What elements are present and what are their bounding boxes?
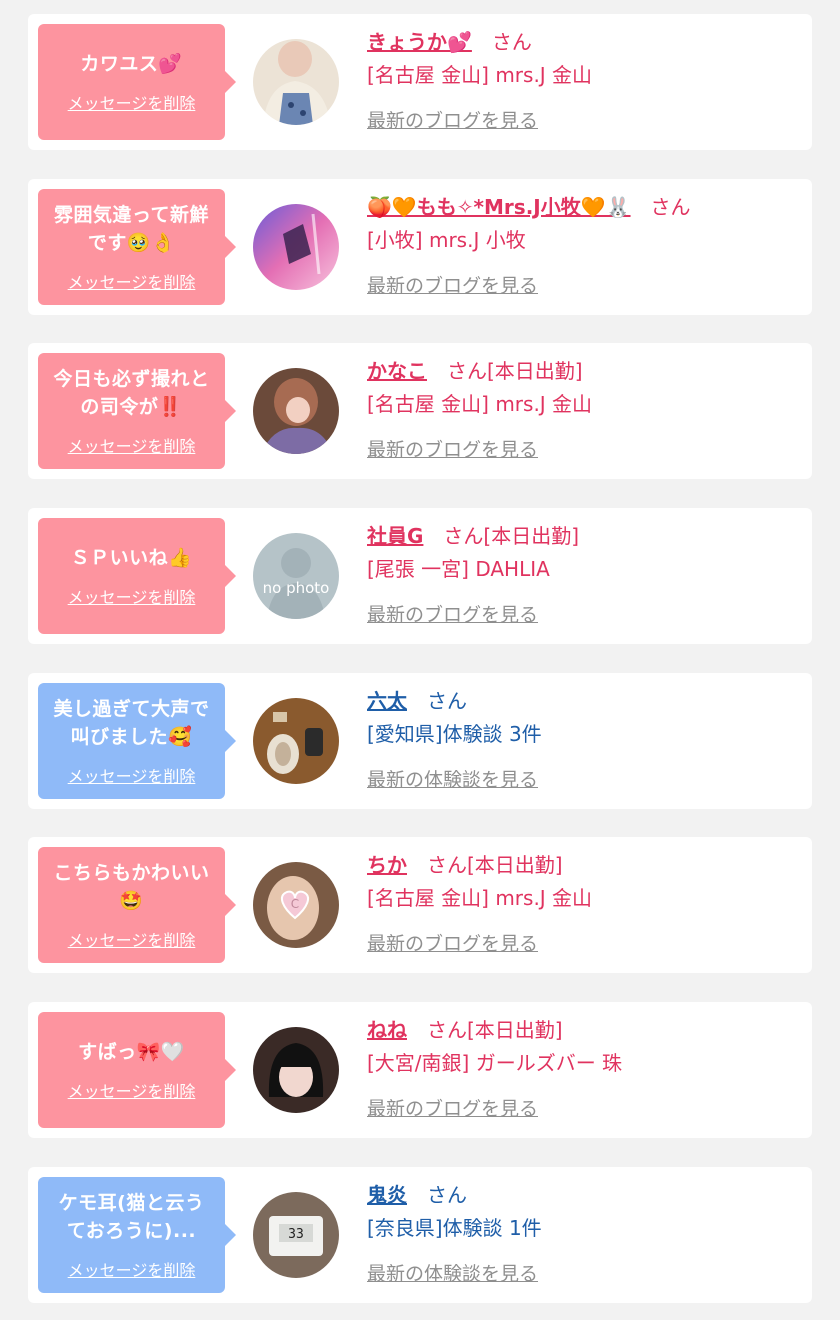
- entry-info: ねね さん [本日出勤] [大宮/南銀] ガールズバー 珠 最新のブログを見る: [367, 1012, 807, 1121]
- latest-link[interactable]: 最新の体験談を見る: [367, 765, 807, 792]
- sender-name-link[interactable]: きょうか💕: [367, 26, 472, 55]
- message-text: こちらもかわいい 🤩: [53, 862, 210, 912]
- svg-text:33: 33: [288, 1227, 304, 1242]
- delete-message-link[interactable]: メッセージを削除: [68, 90, 196, 114]
- message-text: ＳＰいいね👍: [70, 547, 193, 569]
- latest-link[interactable]: 最新の体験談を見る: [367, 1259, 807, 1286]
- shop-label: [愛知県]体験談 3件: [367, 722, 542, 746]
- avatar-photo[interactable]: [253, 204, 339, 290]
- sender-name-link[interactable]: かなこ: [367, 355, 427, 384]
- entry-info: ちか さん [本日出勤] [名古屋 金山] mrs.J 金山 最新のブログを見る: [367, 847, 807, 956]
- latest-link[interactable]: 最新のブログを見る: [367, 600, 807, 627]
- shop-label: [名古屋 金山] mrs.J 金山: [367, 392, 593, 416]
- message-card: こちらもかわいい 🤩 メッセージを削除 C ちか さん [本日出勤] [名古屋 …: [28, 837, 812, 973]
- message-bubble: 美し過ぎて大声で 叫びました🥰 メッセージを削除: [38, 683, 236, 799]
- entry-info: かなこ さん [本日出勤] [名古屋 金山] mrs.J 金山 最新のブログを見…: [367, 353, 807, 462]
- latest-link[interactable]: 最新のブログを見る: [367, 271, 807, 298]
- san-label: さん: [427, 688, 467, 713]
- shop-label: [奈良県]体験談 1件: [367, 1216, 542, 1240]
- sender-name-link[interactable]: 🍑🧡もも✧*Mrs.J小牧🧡🐰: [367, 191, 631, 220]
- sender-name-link[interactable]: 六太: [367, 685, 407, 714]
- delete-message-link[interactable]: メッセージを削除: [68, 1257, 196, 1281]
- latest-link[interactable]: 最新のブログを見る: [367, 1094, 807, 1121]
- message-bubble: ＳＰいいね👍 メッセージを削除: [38, 518, 236, 634]
- sender-name-link[interactable]: ねね: [367, 1014, 407, 1043]
- message-bubble: カワユス💕 メッセージを削除: [38, 24, 236, 140]
- san-label: さん: [650, 194, 691, 219]
- message-card: 雰囲気違って新鮮 です🥹👌 メッセージを削除 🍑🧡もも✧*Mrs.J小牧🧡🐰 さ…: [28, 179, 812, 315]
- message-text: すばっ🎀🤍: [78, 1041, 185, 1063]
- latest-link[interactable]: 最新のブログを見る: [367, 435, 807, 462]
- sender-name-link[interactable]: 鬼炎: [367, 1179, 407, 1208]
- shop-label: [名古屋 金山] mrs.J 金山: [367, 63, 593, 87]
- delete-message-link[interactable]: メッセージを削除: [68, 433, 196, 457]
- avatar-photo[interactable]: [253, 698, 339, 784]
- message-bubble: 雰囲気違って新鮮 です🥹👌 メッセージを削除: [38, 189, 236, 305]
- message-card: すばっ🎀🤍 メッセージを削除 ねね さん [本日出勤] [大宮/南銀] ガールズ…: [28, 1002, 812, 1138]
- entry-info: 六太 さん [愛知県]体験談 3件 最新の体験談を見る: [367, 683, 807, 792]
- message-bubble: すばっ🎀🤍 メッセージを削除: [38, 1012, 236, 1128]
- message-card: ケモ耳(猫と云う ておろうに)... メッセージを削除 33 鬼炎 さん [奈良…: [28, 1167, 812, 1303]
- san-label: さん: [427, 1182, 467, 1207]
- message-card: 美し過ぎて大声で 叫びました🥰 メッセージを削除 六太 さん [愛知県]体験談 …: [28, 673, 812, 809]
- message-bubble: 今日も必ず撮れと の司令が‼️ メッセージを削除: [38, 353, 236, 469]
- no-photo-label: no photo: [263, 579, 330, 597]
- latest-link[interactable]: 最新のブログを見る: [367, 106, 807, 133]
- no-photo-avatar[interactable]: no photo: [253, 533, 339, 619]
- delete-message-link[interactable]: メッセージを削除: [68, 269, 196, 293]
- message-text: 雰囲気違って新鮮 です🥹👌: [53, 204, 210, 254]
- san-label: さん: [491, 29, 532, 54]
- status-label: [本日出勤]: [483, 523, 580, 548]
- shop-label: [尾張 一宮] DAHLIA: [367, 557, 550, 581]
- sender-name-link[interactable]: 社員G: [367, 520, 423, 549]
- message-bubble: こちらもかわいい 🤩 メッセージを削除: [38, 847, 236, 963]
- entry-info: 鬼炎 さん [奈良県]体験談 1件 最新の体験談を見る: [367, 1177, 807, 1286]
- san-label: さん: [427, 852, 467, 877]
- message-card: カワユス💕 メッセージを削除 きょうか💕 さん [名古屋 金山] mrs.J 金…: [28, 14, 812, 150]
- message-card: 今日も必ず撮れと の司令が‼️ メッセージを削除 かなこ さん [本日出勤] […: [28, 343, 812, 479]
- delete-message-link[interactable]: メッセージを削除: [68, 763, 196, 787]
- message-bubble: ケモ耳(猫と云う ておろうに)... メッセージを削除: [38, 1177, 236, 1293]
- message-text: ケモ耳(猫と云う ておろうに)...: [58, 1192, 205, 1242]
- shop-label: [大宮/南銀] ガールズバー 珠: [367, 1051, 623, 1075]
- message-text: 美し過ぎて大声で 叫びました🥰: [53, 698, 210, 748]
- delete-message-link[interactable]: メッセージを削除: [68, 927, 196, 951]
- entry-info: 社員G さん [本日出勤] [尾張 一宮] DAHLIA 最新のブログを見る: [367, 518, 807, 627]
- message-text: カワユス💕: [80, 53, 183, 75]
- delete-message-link[interactable]: メッセージを削除: [68, 1078, 196, 1102]
- san-label: さん: [443, 523, 484, 548]
- avatar-photo[interactable]: [253, 39, 339, 125]
- status-label: [本日出勤]: [487, 358, 583, 383]
- delete-message-link[interactable]: メッセージを削除: [68, 584, 196, 608]
- shop-label: [名古屋 金山] mrs.J 金山: [367, 886, 593, 910]
- status-label: [本日出勤]: [467, 852, 563, 877]
- message-card: ＳＰいいね👍 メッセージを削除 no photo 社員G さん [本日出勤] […: [28, 508, 812, 644]
- avatar-photo[interactable]: C: [253, 862, 339, 948]
- san-label: さん: [427, 1017, 467, 1042]
- sender-name-link[interactable]: ちか: [367, 849, 407, 878]
- svg-text:C: C: [291, 897, 299, 911]
- avatar-photo[interactable]: 33: [253, 1192, 339, 1278]
- san-label: さん: [447, 358, 487, 383]
- avatar-photo[interactable]: [253, 1027, 339, 1113]
- avatar-photo[interactable]: [253, 368, 339, 454]
- entry-info: 🍑🧡もも✧*Mrs.J小牧🧡🐰 さん [小牧] mrs.J 小牧 最新のブログを…: [367, 189, 807, 298]
- entry-info: きょうか💕 さん [名古屋 金山] mrs.J 金山 最新のブログを見る: [367, 24, 807, 133]
- message-text: 今日も必ず撮れと の司令が‼️: [53, 368, 210, 418]
- status-label: [本日出勤]: [467, 1017, 563, 1042]
- latest-link[interactable]: 最新のブログを見る: [367, 929, 807, 956]
- shop-label: [小牧] mrs.J 小牧: [367, 228, 526, 252]
